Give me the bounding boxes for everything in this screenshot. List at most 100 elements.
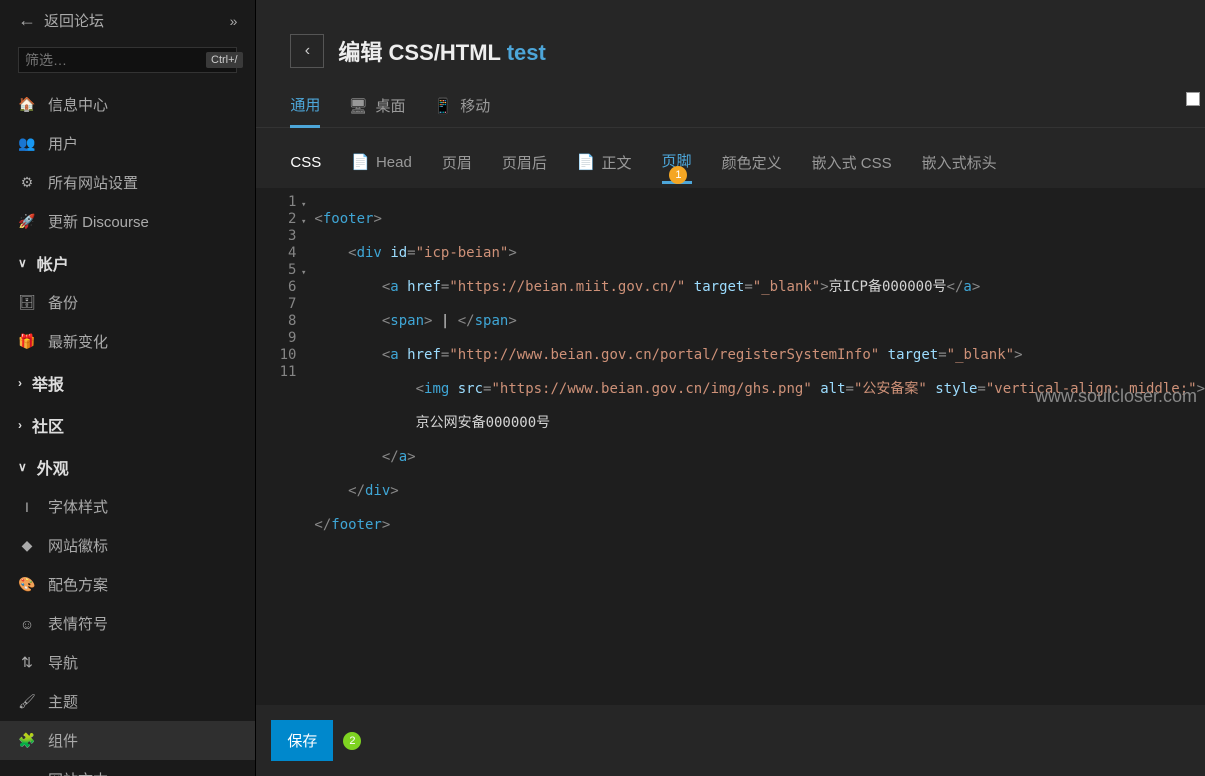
- sidebar-item[interactable]: ▭ 网站文本: [0, 760, 255, 776]
- sidebar: ← 返回论坛 » Ctrl+/ 🏠信息中心 👥 用户 ⚙ 所有网站设置 🚀 更新 Disco…: [0, 0, 256, 776]
- sidebar-item[interactable]: ☺ 表情符号: [0, 604, 255, 643]
- sidebar-item[interactable]: 🖌主题: [0, 682, 255, 721]
- sidebar-section-header[interactable]: ∨ 外观: [0, 445, 255, 487]
- nav-label: 主题: [48, 691, 78, 712]
- line-number: 3: [256, 228, 296, 245]
- section-tab[interactable]: 页眉: [442, 142, 472, 183]
- save-button[interactable]: 保存: [271, 720, 333, 761]
- nav-label: 更新 Discourse: [48, 211, 149, 232]
- nav-label: 网站徽标: [48, 535, 108, 556]
- nav-icon: 🚀: [18, 213, 36, 230]
- nav-label: 组件: [48, 730, 78, 751]
- section-label: 外观: [37, 455, 69, 479]
- device-tabs: 通用 🖥 桌面 📱 移动: [256, 80, 1205, 128]
- line-number: 6: [256, 279, 296, 296]
- section-label: 社区: [32, 413, 64, 437]
- nav-icon: 👥: [18, 135, 36, 152]
- line-number: 10: [256, 347, 296, 364]
- chevron-icon: ∨: [18, 460, 27, 474]
- file-icon: 📄: [351, 153, 370, 171]
- sidebar-item[interactable]: ⚙ 所有网站设置: [0, 163, 255, 202]
- section-tab[interactable]: CSS: [290, 144, 321, 181]
- nav-label: 备份: [48, 292, 78, 313]
- device-icon: 📱: [434, 97, 453, 115]
- section-tab[interactable]: 颜色定义: [722, 142, 782, 183]
- back-button[interactable]: ‹: [290, 34, 324, 68]
- device-tab[interactable]: 通用: [290, 84, 320, 128]
- section-tabs: CSS📄Head页眉页眉后📄正文页脚颜色定义嵌入式 CSS嵌入式标头1: [256, 128, 1205, 184]
- section-tab-label: Head: [376, 154, 412, 171]
- code-content[interactable]: <footer> <div id="icp-beian"> <a href="h…: [302, 188, 1205, 705]
- line-number: 9: [256, 330, 296, 347]
- nav-icon: 🎁: [18, 333, 36, 350]
- annotation-badge-2: 2: [343, 732, 361, 750]
- section-tab[interactable]: 页眉后: [502, 142, 547, 183]
- filter-input-wrap[interactable]: Ctrl+/: [18, 47, 237, 73]
- back-label: 返回论坛: [44, 10, 104, 31]
- section-tab[interactable]: 嵌入式标头: [922, 142, 997, 183]
- filter-input[interactable]: [25, 52, 206, 68]
- line-number: 11: [256, 364, 296, 381]
- toggle-checkbox[interactable]: [1186, 92, 1200, 106]
- line-number: 4: [256, 245, 296, 262]
- nav-icon: 🏠: [18, 96, 36, 113]
- device-tab-label: 通用: [290, 94, 320, 115]
- section-tab-label: 嵌入式 CSS: [812, 152, 892, 173]
- line-gutter: 1▾2▾345▾67891011: [256, 188, 302, 705]
- device-tab[interactable]: 🖥 桌面: [348, 84, 405, 127]
- page-title: 编辑 CSS/HTML test: [338, 35, 545, 67]
- sidebar-item[interactable]: 🏠信息中心: [0, 85, 255, 124]
- sidebar-item[interactable]: 🧩 组件: [0, 721, 255, 760]
- line-number: 1▾: [256, 194, 296, 211]
- section-tab-label: 页眉后: [502, 152, 547, 173]
- device-tab[interactable]: 📱 移动: [434, 84, 491, 127]
- section-label: 举报: [32, 371, 64, 395]
- sidebar-section-header[interactable]: ›举报: [0, 361, 255, 403]
- nav-icon: I: [18, 499, 36, 515]
- section-tab-label: 颜色定义: [722, 152, 782, 173]
- line-number: 5▾: [256, 262, 296, 279]
- theme-name-link[interactable]: test: [507, 40, 546, 65]
- section-tab-label: CSS: [290, 154, 321, 171]
- section-tab[interactable]: 📄 Head: [351, 143, 412, 181]
- nav-icon: ▭: [18, 771, 36, 776]
- section-tab-label: 嵌入式标头: [922, 152, 997, 173]
- collapse-icon[interactable]: »: [230, 13, 238, 29]
- line-number: 8: [256, 313, 296, 330]
- nav-icon: ☺: [18, 616, 36, 632]
- chevron-left-icon: ‹: [305, 42, 310, 60]
- sidebar-section-header[interactable]: ›社区: [0, 403, 255, 445]
- device-icon: 🖥: [348, 97, 367, 115]
- nav-icon: 🗄: [18, 294, 36, 311]
- section-tab[interactable]: 📄正文: [577, 142, 632, 183]
- sidebar-section-header[interactable]: ∨帐户: [0, 241, 255, 283]
- section-tab-label: 正文: [602, 152, 632, 173]
- nav-label: 表情符号: [48, 613, 108, 634]
- device-tab-label: 移动: [460, 95, 490, 116]
- arrow-left-icon: ←: [18, 10, 36, 31]
- nav-label: 网站文本: [48, 769, 108, 776]
- sidebar-item[interactable]: ◆网站徽标: [0, 526, 255, 565]
- section-label: 帐户: [37, 251, 69, 275]
- device-tab-label: 桌面: [375, 95, 405, 116]
- sidebar-item[interactable]: I 字体样式: [0, 487, 255, 526]
- sidebar-item[interactable]: 👥 用户: [0, 124, 255, 163]
- nav-label: 所有网站设置: [48, 172, 138, 193]
- nav-icon: 🧩: [18, 732, 36, 749]
- section-tab[interactable]: 嵌入式 CSS: [812, 142, 892, 183]
- line-number: 2▾: [256, 211, 296, 228]
- sidebar-item[interactable]: ⇅导航: [0, 643, 255, 682]
- watermark-text: www.soulcloser.com: [1035, 388, 1197, 405]
- sidebar-item[interactable]: 🗄 备份: [0, 283, 255, 322]
- nav-label: 导航: [48, 652, 78, 673]
- sidebar-item[interactable]: 🎨配色方案: [0, 565, 255, 604]
- line-number: 7: [256, 296, 296, 313]
- sidebar-item[interactable]: 🎁 最新变化: [0, 322, 255, 361]
- nav-label: 字体样式: [48, 496, 108, 517]
- sidebar-item[interactable]: 🚀 更新 Discourse: [0, 202, 255, 241]
- nav-label: 最新变化: [48, 331, 108, 352]
- nav-label: 用户: [48, 133, 78, 154]
- code-editor[interactable]: 1▾2▾345▾67891011 <footer> <div id="icp-b…: [256, 188, 1205, 705]
- back-to-forum-link[interactable]: ← 返回论坛: [18, 10, 104, 31]
- nav-icon: ⚙: [18, 174, 36, 191]
